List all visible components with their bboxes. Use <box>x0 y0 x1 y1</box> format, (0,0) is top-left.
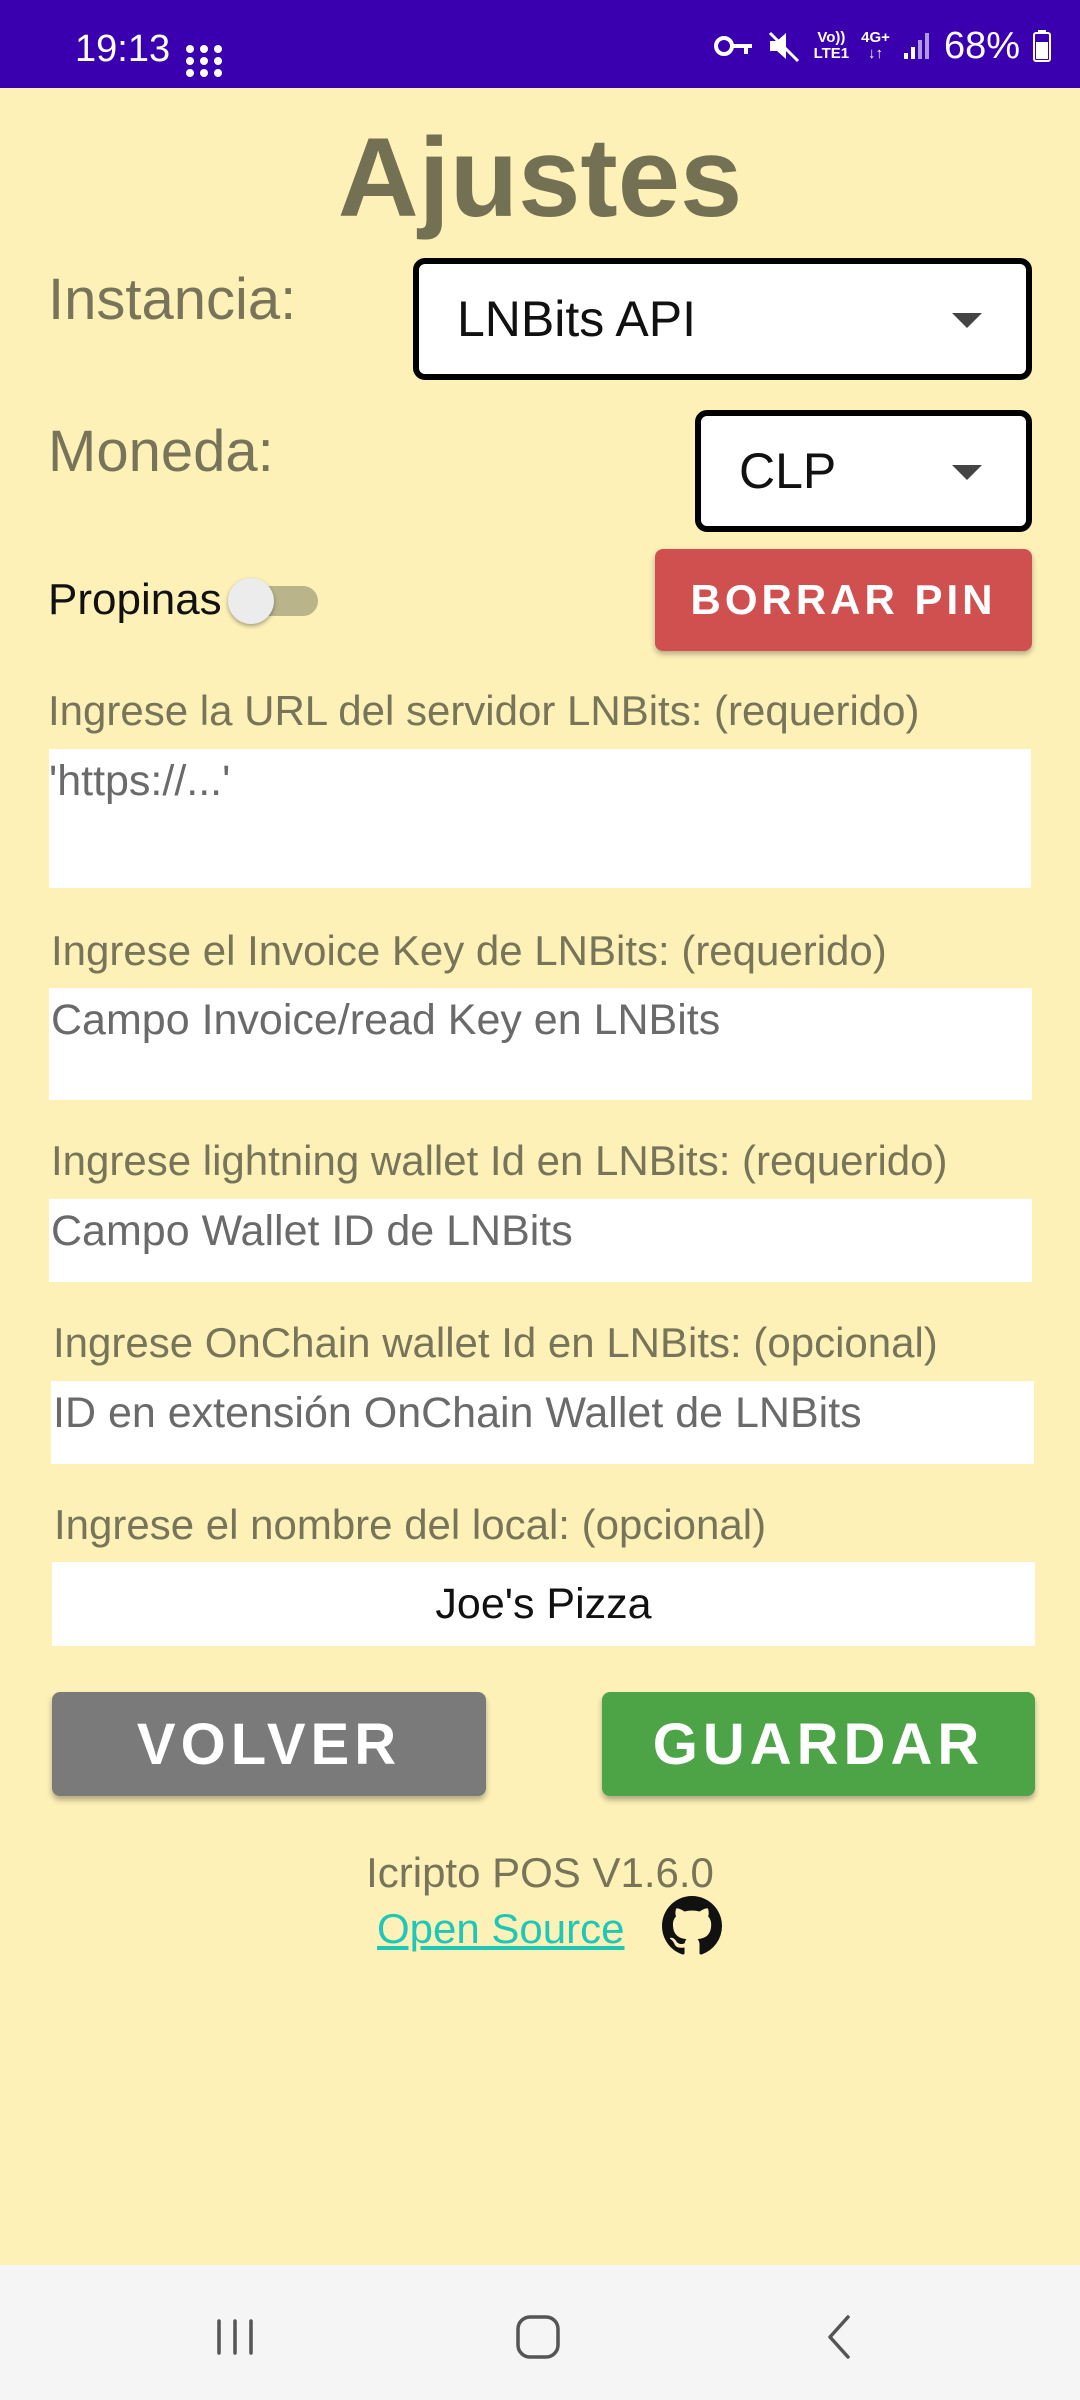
network-indicator: 4G+ ↓↑ <box>861 30 890 62</box>
back-icon[interactable] <box>810 2307 870 2367</box>
network-type-text: 4G+ <box>861 29 890 46</box>
url-input[interactable]: 'https://...' <box>49 749 1031 888</box>
local-name-value: Joe's Pizza <box>435 1580 652 1628</box>
invoice-key-input[interactable]: Campo Invoice/read Key en LNBits <box>49 988 1032 1100</box>
moneda-label: Moneda: <box>48 419 274 484</box>
propinas-label: Propinas <box>48 575 222 624</box>
wallet-id-label: Ingrese lightning wallet Id en LNBits: (… <box>51 1137 948 1184</box>
onchain-id-placeholder: ID en extensión OnChain Wallet de LNBits <box>53 1389 862 1437</box>
volver-button[interactable]: VOLVER <box>52 1692 486 1796</box>
volte-top-text: Vo)) <box>817 29 846 46</box>
vpn-key-icon <box>713 36 752 56</box>
open-source-link[interactable]: Open Source <box>377 1904 625 1954</box>
toggle-thumb <box>228 578 274 624</box>
volte-indicator: Vo)) LTE1 <box>814 30 850 62</box>
wallet-id-input[interactable]: Campo Wallet ID de LNBits <box>49 1199 1032 1282</box>
signal-icon <box>903 33 929 59</box>
instancia-dropdown[interactable]: LNBits API <box>413 258 1032 380</box>
local-name-label: Ingrese el nombre del local: (opcional) <box>54 1501 767 1548</box>
invoice-key-placeholder: Campo Invoice/read Key en LNBits <box>51 996 721 1044</box>
instancia-value: LNBits API <box>457 291 696 347</box>
recent-apps-icon[interactable] <box>205 2307 265 2367</box>
battery-percent: 68% <box>943 25 1020 67</box>
data-arrows-icon: ↓↑ <box>868 45 884 62</box>
home-icon[interactable] <box>508 2307 568 2367</box>
url-placeholder: 'https://...' <box>49 757 231 805</box>
onchain-id-label: Ingrese OnChain wallet Id en LNBits: (op… <box>53 1319 938 1366</box>
moneda-dropdown[interactable]: CLP <box>695 410 1032 532</box>
instancia-label: Instancia: <box>48 267 297 332</box>
status-time: 19:13 <box>75 28 171 70</box>
chevron-down-icon <box>952 465 982 480</box>
system-nav-bar <box>0 2265 1080 2400</box>
chevron-down-icon <box>952 313 982 328</box>
battery-icon <box>1033 30 1051 62</box>
status-icons: Vo)) LTE1 4G+ ↓↑ 68% <box>713 24 1052 68</box>
mute-icon <box>768 31 799 63</box>
guardar-button[interactable]: GUARDAR <box>602 1692 1035 1796</box>
volte-bottom-text: LTE1 <box>813 45 850 62</box>
invoice-key-label: Ingrese el Invoice Key de LNBits: (reque… <box>51 927 887 974</box>
onchain-id-input[interactable]: ID en extensión OnChain Wallet de LNBits <box>51 1381 1034 1464</box>
url-label: Ingrese la URL del servidor LNBits: (req… <box>48 687 920 734</box>
status-bar: 19:13 Vo)) LTE1 4G+ ↓↑ 68% <box>0 0 1080 88</box>
moneda-value: CLP <box>739 443 837 499</box>
github-icon[interactable] <box>662 1896 722 1956</box>
page-title: Ajustes <box>337 115 743 240</box>
local-name-input[interactable]: Joe's Pizza <box>52 1562 1035 1646</box>
wallet-id-placeholder: Campo Wallet ID de LNBits <box>51 1207 573 1255</box>
apps-grid-icon <box>186 45 222 77</box>
propinas-toggle[interactable] <box>228 578 318 624</box>
borrar-pin-button[interactable]: BORRAR PIN <box>655 549 1032 651</box>
version-text: Icripto POS V1.6.0 <box>366 1849 714 1896</box>
